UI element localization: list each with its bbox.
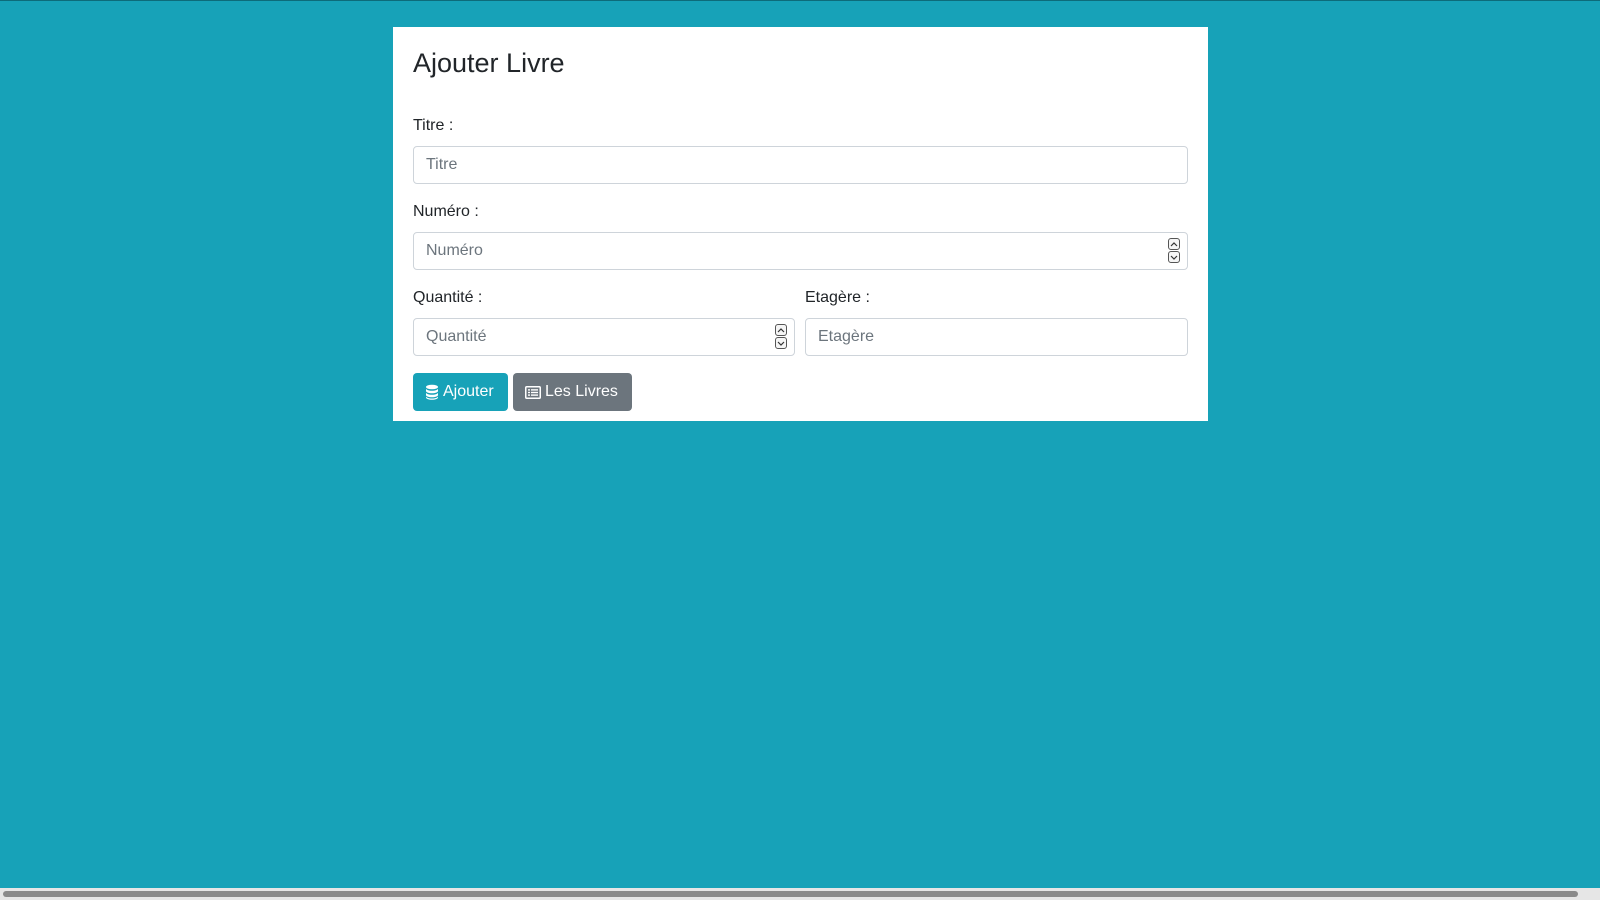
etagere-label: Etagère : — [805, 289, 870, 306]
page-title: Ajouter Livre — [413, 48, 565, 78]
quantite-label: Quantité : — [413, 289, 483, 306]
quantite-increment-button[interactable] — [775, 324, 787, 336]
quantite-input[interactable] — [413, 318, 795, 356]
quantite-field — [413, 318, 795, 356]
quantite-decrement-button[interactable] — [775, 337, 787, 349]
numero-stepper[interactable] — [1168, 238, 1180, 263]
chevron-up-icon — [1170, 241, 1178, 246]
numero-decrement-button[interactable] — [1168, 251, 1180, 263]
book-list-button-label: Les Livres — [545, 383, 618, 400]
horizontal-scrollbar[interactable] — [0, 888, 1600, 900]
database-icon — [425, 384, 439, 400]
chevron-down-icon — [777, 341, 785, 346]
chevron-down-icon — [1170, 255, 1178, 260]
list-alt-icon — [525, 385, 541, 399]
book-list-button[interactable]: Les Livres — [513, 373, 632, 411]
add-book-button[interactable]: Ajouter — [413, 373, 508, 411]
chevron-up-icon — [777, 327, 785, 332]
etagere-input[interactable] — [805, 318, 1188, 356]
numero-increment-button[interactable] — [1168, 238, 1180, 250]
add-book-card: Ajouter Livre Titre : Numéro : Quantité … — [393, 27, 1208, 421]
numero-input[interactable] — [413, 232, 1188, 270]
titre-input[interactable] — [413, 146, 1188, 184]
quantite-stepper[interactable] — [775, 324, 787, 349]
add-book-button-label: Ajouter — [443, 383, 494, 400]
numero-label: Numéro : — [413, 203, 479, 220]
titre-label: Titre : — [413, 117, 454, 134]
numero-field — [413, 232, 1188, 270]
scrollbar-thumb[interactable] — [3, 891, 1578, 897]
